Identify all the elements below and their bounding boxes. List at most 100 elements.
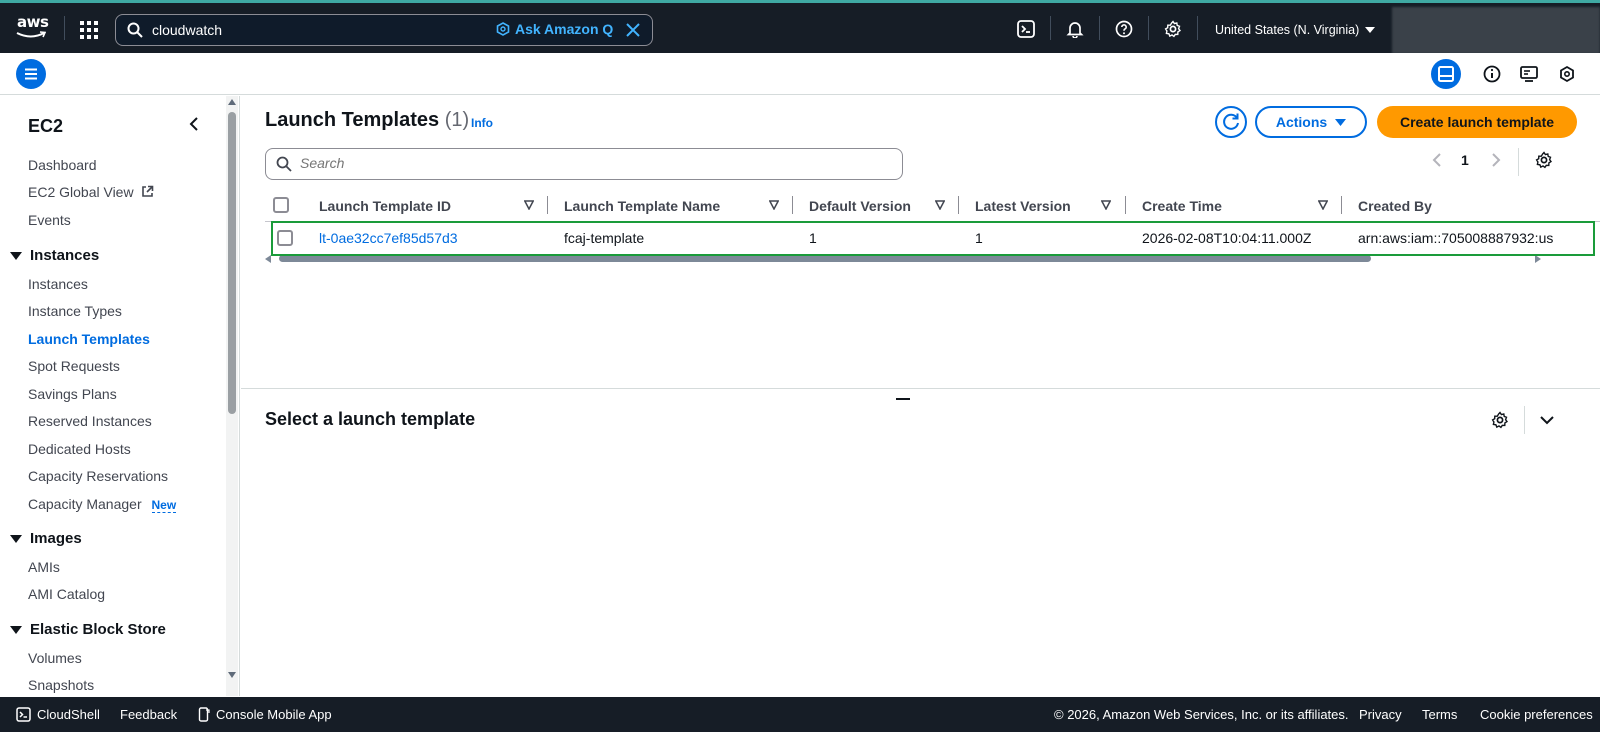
column-header-create-time[interactable]: Create Time xyxy=(1142,198,1222,214)
column-resizer[interactable] xyxy=(547,196,548,214)
item-count: (1) xyxy=(444,109,470,131)
terms-link[interactable]: Terms xyxy=(1422,707,1457,722)
sidebar-title[interactable]: EC2 xyxy=(28,116,63,137)
scrollbar-thumb[interactable] xyxy=(228,112,236,414)
previous-page-button[interactable] xyxy=(1431,152,1443,171)
split-panel-preferences-button[interactable] xyxy=(1491,411,1509,432)
divider xyxy=(1524,406,1525,434)
divider xyxy=(1197,16,1198,40)
search-filter[interactable] xyxy=(265,148,903,180)
refresh-button[interactable] xyxy=(1215,106,1247,138)
secondary-toolbar xyxy=(0,53,1600,95)
sidebar-item-capacity-reservations[interactable]: Capacity Reservations xyxy=(28,468,168,484)
column-header-latest-version[interactable]: Latest Version xyxy=(975,198,1071,214)
feedback-panel-button[interactable] xyxy=(1514,59,1544,89)
cookie-preferences-link[interactable]: Cookie preferences xyxy=(1480,707,1593,722)
divider xyxy=(1050,16,1051,40)
sidebar-item-reserved-instances[interactable]: Reserved Instances xyxy=(28,413,152,429)
main-content: Launch Templates (1) Info Actions Create… xyxy=(241,96,1600,682)
sidebar-section-elastic-block-store[interactable]: Elastic Block Store xyxy=(10,621,166,638)
sidebar-section-title: Instances xyxy=(30,247,100,264)
column-resizer[interactable] xyxy=(1341,196,1342,214)
sidebar-item-ec2-global-view[interactable]: EC2 Global View xyxy=(28,184,154,200)
sidebar-item-spot-requests[interactable]: Spot Requests xyxy=(28,358,120,374)
info-link[interactable]: Info xyxy=(471,116,493,130)
cloudshell-label: CloudShell xyxy=(37,707,100,722)
aws-logo-text: aws xyxy=(17,13,49,31)
region-selector[interactable]: United States (N. Virginia) xyxy=(1215,23,1376,37)
new-badge: New xyxy=(151,498,177,513)
page-number[interactable]: 1 xyxy=(1461,152,1469,168)
divider xyxy=(1148,16,1149,40)
sidebar-item-snapshots[interactable]: Snapshots xyxy=(28,677,94,693)
collapse-split-panel-button[interactable] xyxy=(1539,413,1555,429)
column-resizer[interactable] xyxy=(792,196,793,214)
table-preferences-button[interactable] xyxy=(1535,151,1553,172)
console-mobile-app-link[interactable]: Console Mobile App xyxy=(198,707,332,722)
amazon-q-panel-button[interactable] xyxy=(1552,59,1582,89)
sidebar-section-images[interactable]: Images xyxy=(10,530,82,547)
sidebar-item-volumes[interactable]: Volumes xyxy=(28,650,82,666)
cloudshell-button[interactable]: CloudShell xyxy=(16,707,100,722)
gear-icon[interactable] xyxy=(1164,20,1184,40)
cloudshell-icon[interactable] xyxy=(1017,20,1037,40)
ask-amazon-q-button[interactable]: Ask Amazon Q xyxy=(496,21,613,37)
top-navigation-bar: aws cloudwatch Ask Amazon Q United State… xyxy=(0,0,1600,54)
page-title: Launch Templates (1) xyxy=(265,109,469,132)
search-value: cloudwatch xyxy=(152,22,223,38)
sidebar-item-dashboard[interactable]: Dashboard xyxy=(28,157,97,173)
column-header-default-version[interactable]: Default Version xyxy=(809,198,911,214)
sidebar-item-events[interactable]: Events xyxy=(28,212,71,228)
next-page-button[interactable] xyxy=(1490,152,1502,171)
sidebar-item-instance-types[interactable]: Instance Types xyxy=(28,303,122,319)
help-icon[interactable] xyxy=(1115,20,1135,40)
global-search-input[interactable]: cloudwatch Ask Amazon Q xyxy=(115,14,653,46)
sidebar-item-savings-plans[interactable]: Savings Plans xyxy=(28,386,117,402)
column-resizer[interactable] xyxy=(958,196,959,214)
privacy-link[interactable]: Privacy xyxy=(1359,707,1402,722)
sidebar-section-instances[interactable]: Instances xyxy=(10,247,99,264)
aws-logo[interactable]: aws xyxy=(16,11,49,43)
collapse-sidebar-button[interactable] xyxy=(188,116,200,135)
bell-icon[interactable] xyxy=(1066,20,1086,40)
amazon-q-icon xyxy=(1560,65,1574,83)
info-panel-button[interactable] xyxy=(1477,59,1507,89)
close-icon[interactable] xyxy=(624,21,642,42)
sidebar-item-launch-templates[interactable]: Launch Templates xyxy=(28,331,150,347)
sidebar-item-dedicated-hosts[interactable]: Dedicated Hosts xyxy=(28,441,131,457)
gear-icon xyxy=(1491,411,1508,429)
search-input[interactable] xyxy=(300,155,880,171)
side-navigation: EC2 Dashboard EC2 Global View Events Ins… xyxy=(0,96,240,696)
create-launch-template-button[interactable]: Create launch template xyxy=(1377,106,1577,138)
page-title-text: Launch Templates xyxy=(265,109,440,131)
scroll-down-icon xyxy=(228,672,236,678)
account-menu[interactable] xyxy=(1392,7,1600,54)
divider xyxy=(64,16,65,40)
scrollbar-thumb[interactable] xyxy=(279,255,1371,262)
select-all-checkbox[interactable] xyxy=(273,197,289,213)
split-panel-toggle-button[interactable] xyxy=(1431,59,1461,89)
divider xyxy=(1099,16,1100,40)
sidebar-scrollbar[interactable] xyxy=(226,96,238,696)
caret-down-icon xyxy=(10,534,22,543)
sidebar-item-capacity-manager[interactable]: Capacity Manager New xyxy=(28,496,177,513)
side-navigation-toggle-button[interactable] xyxy=(16,59,46,89)
sidebar-item-instances[interactable]: Instances xyxy=(28,276,88,292)
chevron-left-icon xyxy=(189,117,198,131)
feedback-link[interactable]: Feedback xyxy=(120,707,177,722)
sidebar-item-ami-catalog[interactable]: AMI Catalog xyxy=(28,586,105,602)
gear-icon xyxy=(1535,151,1552,169)
split-panel-divider xyxy=(241,388,1600,389)
column-header-launch-template-id[interactable]: Launch Template ID xyxy=(319,198,451,214)
ask-amazon-q-label: Ask Amazon Q xyxy=(515,21,614,37)
region-label: United States (N. Virginia) xyxy=(1215,23,1360,37)
column-header-launch-template-name[interactable]: Launch Template Name xyxy=(564,198,720,214)
sidebar-section-title: Images xyxy=(30,530,82,547)
split-panel-resize-handle[interactable] xyxy=(896,398,910,400)
actions-button[interactable]: Actions xyxy=(1255,106,1367,138)
column-header-created-by[interactable]: Created By xyxy=(1358,198,1432,214)
refresh-icon xyxy=(1223,113,1239,130)
sidebar-item-amis[interactable]: AMIs xyxy=(28,559,60,575)
services-grid-icon[interactable] xyxy=(80,21,98,39)
column-resizer[interactable] xyxy=(1125,196,1126,214)
